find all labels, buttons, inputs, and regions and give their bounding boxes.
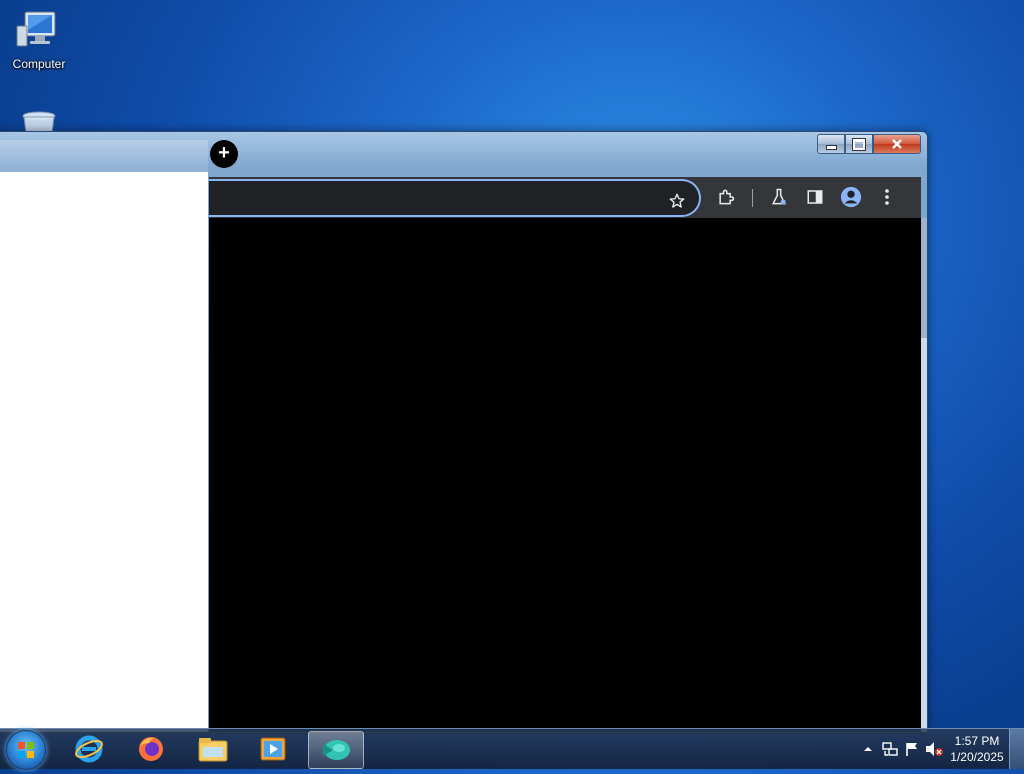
address-bar[interactable] bbox=[209, 179, 701, 217]
labs-icon bbox=[771, 188, 787, 205]
action-center-flag-icon bbox=[906, 743, 917, 756]
extensions-button[interactable] bbox=[714, 185, 738, 209]
page-content[interactable] bbox=[209, 218, 921, 732]
taskbar-file-explorer[interactable] bbox=[186, 731, 240, 767]
scrollbar-thumb[interactable] bbox=[921, 218, 927, 338]
action-center-button[interactable] bbox=[901, 738, 923, 760]
close-button[interactable] bbox=[873, 134, 921, 154]
window-controls bbox=[817, 134, 921, 154]
show-desktop-button[interactable] bbox=[1009, 729, 1024, 769]
minimize-icon bbox=[825, 144, 837, 150]
overlapping-window-content[interactable] bbox=[0, 172, 208, 732]
taskbar-internet-explorer[interactable] bbox=[62, 731, 116, 767]
media-player-icon bbox=[260, 737, 286, 761]
extensions-icon bbox=[719, 189, 735, 205]
active-app-icon bbox=[323, 740, 350, 760]
maximize-button[interactable] bbox=[845, 134, 873, 154]
firefox-icon bbox=[139, 737, 163, 761]
minimize-button[interactable] bbox=[817, 134, 845, 154]
computer-icon bbox=[16, 11, 56, 47]
taskbar-active-app[interactable] bbox=[308, 731, 364, 769]
volume-button[interactable] bbox=[923, 738, 945, 760]
windows-logo-icon bbox=[18, 742, 34, 758]
desktop-icon-computer[interactable]: Computer bbox=[2, 8, 76, 71]
taskbar-clock[interactable]: 1:57 PM 1/20/2025 bbox=[945, 733, 1009, 765]
internet-explorer-icon bbox=[75, 735, 103, 763]
new-tab-button[interactable]: + bbox=[210, 140, 238, 168]
desktop-icon-label: Computer bbox=[12, 57, 66, 71]
browser-toolbar bbox=[209, 177, 921, 218]
clock-date: 1/20/2025 bbox=[950, 750, 1004, 764]
window-scrollbar[interactable] bbox=[921, 218, 927, 732]
volume-muted-icon bbox=[926, 742, 943, 756]
browser-menu-button[interactable] bbox=[875, 185, 899, 209]
chevron-up-icon bbox=[864, 747, 872, 751]
file-explorer-icon bbox=[198, 738, 228, 762]
taskbar-media-player[interactable] bbox=[246, 731, 300, 767]
bookmark-button[interactable] bbox=[665, 189, 689, 213]
labs-button[interactable] bbox=[767, 185, 791, 209]
side-panel-button[interactable] bbox=[803, 185, 827, 209]
menu-icon bbox=[885, 189, 889, 205]
network-button[interactable] bbox=[879, 738, 901, 760]
bookmark-star-icon bbox=[669, 193, 685, 208]
show-hidden-icons-button[interactable] bbox=[857, 738, 879, 760]
side-panel-icon bbox=[807, 190, 823, 204]
network-icon bbox=[882, 742, 898, 756]
system-tray: 1:57 PM 1/20/2025 bbox=[857, 729, 1024, 769]
taskbar: 1:57 PM 1/20/2025 bbox=[0, 728, 1024, 770]
taskbar-firefox[interactable] bbox=[124, 731, 178, 767]
close-icon bbox=[892, 139, 902, 149]
profile-icon bbox=[840, 186, 862, 208]
clock-time: 1:57 PM bbox=[954, 734, 1000, 748]
start-button[interactable] bbox=[6, 730, 46, 770]
profile-button[interactable] bbox=[839, 185, 863, 209]
overlapping-window-titlebar[interactable] bbox=[0, 140, 208, 173]
toolbar-divider bbox=[752, 189, 753, 207]
maximize-icon bbox=[852, 137, 866, 151]
